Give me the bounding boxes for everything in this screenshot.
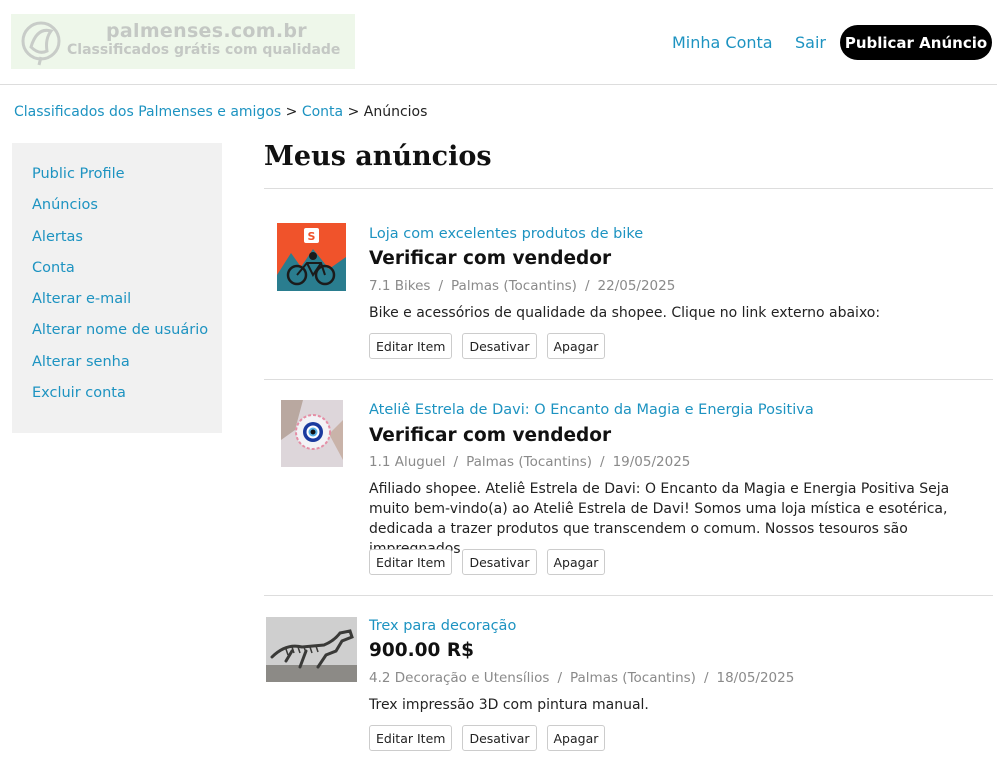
- my-account-link[interactable]: Minha Conta: [672, 33, 773, 52]
- sidebar-item-ads[interactable]: Anúncios: [12, 195, 222, 226]
- logout-link[interactable]: Sair: [795, 33, 826, 52]
- sidebar-item-account[interactable]: Conta: [12, 258, 222, 289]
- listing-actions: Editar Item Desativar Apagar: [369, 333, 606, 359]
- listing-location: Palmas (Tocantins): [570, 670, 696, 686]
- listing-description: Bike e acessórios de qualidade da shopee…: [369, 305, 881, 321]
- bird-logo-icon: [21, 21, 61, 66]
- edit-item-button[interactable]: Editar Item: [369, 333, 453, 359]
- breadcrumb-current: Anúncios: [363, 104, 428, 120]
- account-sidebar: Public Profile Anúncios Alertas Conta Al…: [12, 143, 222, 433]
- listing-actions: Editar Item Desativar Apagar: [369, 725, 606, 751]
- edit-item-button[interactable]: Editar Item: [369, 549, 453, 575]
- listing-title-link[interactable]: Ateliê Estrela de Davi: O Encanto da Mag…: [369, 402, 814, 418]
- sidebar-item-public-profile[interactable]: Public Profile: [12, 164, 222, 195]
- listing-price: Verificar com vendedor: [369, 425, 612, 446]
- listing-meta: 1.1 Aluguel / Palmas (Tocantins) / 19/05/202…: [369, 454, 690, 470]
- logo-title: palmenses.com.br: [106, 20, 307, 42]
- listing-price: Verificar com vendedor: [369, 248, 612, 269]
- listing-item: Ateliê Estrela de Davi: O Encanto da Mag…: [264, 380, 993, 596]
- page-title: Meus anúncios: [264, 141, 492, 172]
- breadcrumb-separator: >: [281, 104, 302, 120]
- meta-separator: /: [438, 278, 444, 294]
- delete-button[interactable]: Apagar: [546, 333, 606, 359]
- site-header: palmenses.com.br Classificados grátis co…: [0, 0, 997, 85]
- svg-text:S: S: [308, 230, 316, 243]
- listing-thumbnail[interactable]: [281, 400, 343, 467]
- listing-thumbnail[interactable]: S: [277, 223, 346, 291]
- sidebar-item-change-username[interactable]: Alterar nome de usuário: [12, 320, 222, 351]
- listing-description: Afiliado shopee. Ateliê Estrela de Davi:…: [369, 481, 950, 557]
- evil-eye-amulet-image-icon: [281, 400, 343, 467]
- listing-price: 900.00 R$: [369, 640, 474, 661]
- listing-date: 22/05/2025: [597, 278, 676, 294]
- listing-date: 18/05/2025: [716, 670, 795, 686]
- sidebar-item-alerts[interactable]: Alertas: [12, 227, 222, 258]
- listing-meta: 7.1 Bikes / Palmas (Tocantins) / 22/05/2025: [369, 278, 675, 294]
- listing-actions: Editar Item Desativar Apagar: [369, 549, 606, 575]
- deactivate-button[interactable]: Desativar: [462, 725, 537, 751]
- sidebar-item-change-email[interactable]: Alterar e-mail: [12, 289, 222, 320]
- breadcrumb-home-link[interactable]: Classificados dos Palmenses e amigos: [14, 104, 281, 120]
- deactivate-button[interactable]: Desativar: [462, 549, 537, 575]
- listing-date: 19/05/2025: [612, 454, 691, 470]
- listing-title-link[interactable]: Loja com excelentes produtos de bike: [369, 226, 643, 242]
- listing-location: Palmas (Tocantins): [466, 454, 592, 470]
- delete-button[interactable]: Apagar: [546, 549, 606, 575]
- edit-item-button[interactable]: Editar Item: [369, 725, 453, 751]
- meta-separator: /: [557, 670, 562, 686]
- trex-skeleton-image-icon: [266, 617, 357, 682]
- listing-thumbnail[interactable]: [266, 617, 357, 682]
- meta-separator: /: [703, 670, 709, 686]
- listing-item: S Loja com excelentes produtos de bike V…: [264, 189, 993, 380]
- listing-meta: 4.2 Decoração e Utensílios / Palmas (Tocan…: [369, 670, 794, 686]
- listing-category: 1.1 Aluguel: [369, 454, 446, 470]
- meta-separator: /: [453, 454, 459, 470]
- meta-separator: /: [584, 278, 590, 294]
- listing-description: Trex impressão 3D com pintura manual.: [369, 697, 649, 713]
- meta-separator: /: [600, 454, 605, 470]
- listing-location: Palmas (Tocantins): [451, 278, 577, 294]
- logo-subtitle: Classificados grátis com qualidade: [67, 42, 341, 58]
- sidebar-item-delete-account[interactable]: Excluir conta: [12, 383, 222, 414]
- site-logo[interactable]: palmenses.com.br Classificados grátis co…: [11, 14, 355, 69]
- listing-item: Trex para decoração 900.00 R$ 4.2 Decora…: [264, 596, 993, 769]
- deactivate-button[interactable]: Desativar: [462, 333, 537, 359]
- sidebar-item-change-password[interactable]: Alterar senha: [12, 352, 222, 383]
- listing-category: 4.2 Decoração e Utensílios: [369, 670, 550, 686]
- listing-title-link[interactable]: Trex para decoração: [369, 618, 516, 634]
- delete-button[interactable]: Apagar: [546, 725, 606, 751]
- shopee-bike-image-icon: S: [277, 223, 346, 291]
- breadcrumb-separator: >: [343, 104, 364, 120]
- publish-ad-button[interactable]: Publicar Anúncio: [840, 25, 992, 60]
- breadcrumb-account-link[interactable]: Conta: [302, 104, 343, 120]
- listing-category: 7.1 Bikes: [369, 278, 431, 294]
- breadcrumb: Classificados dos Palmenses e amigos > C…: [14, 104, 427, 120]
